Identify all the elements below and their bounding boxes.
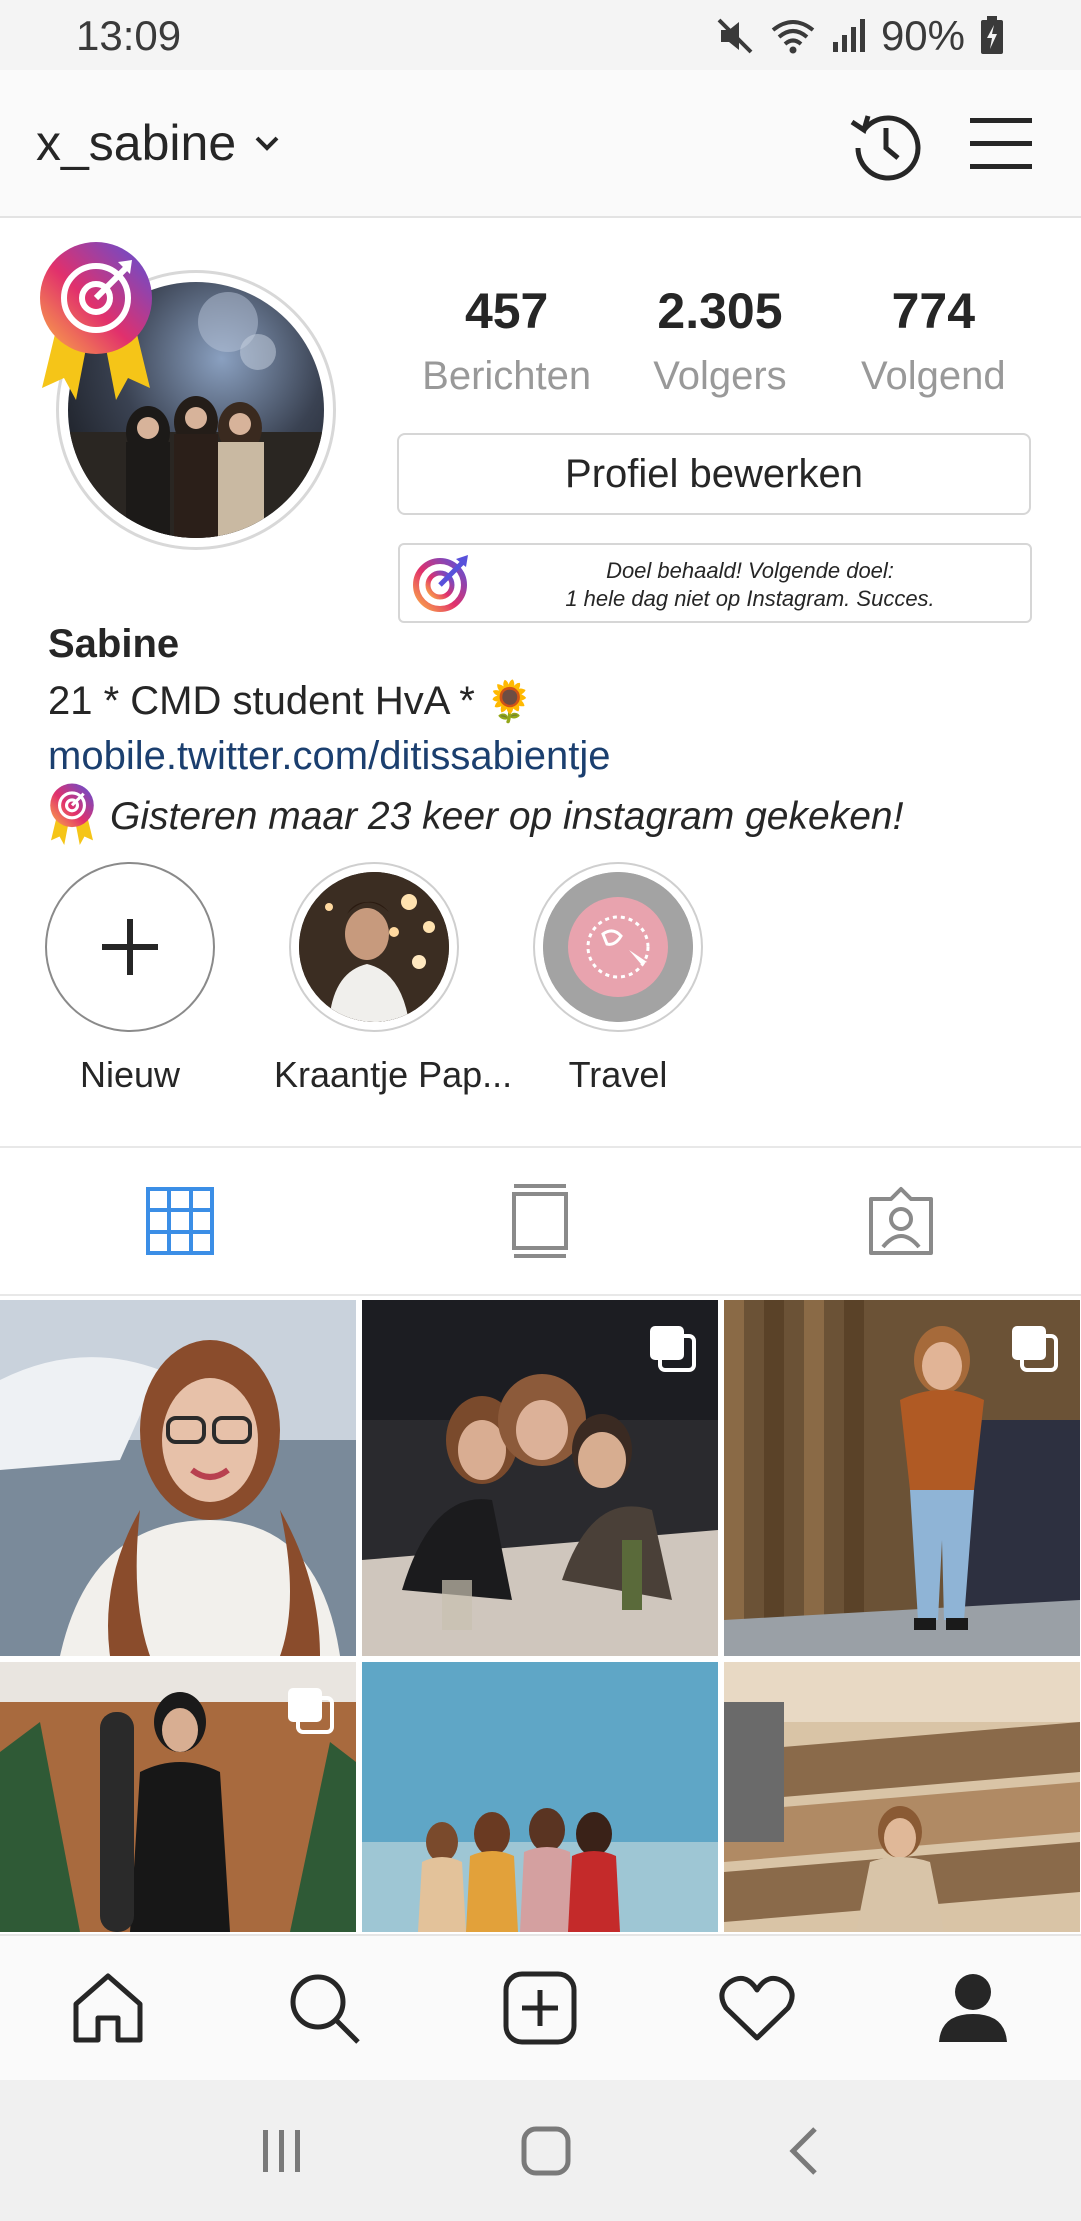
bio-goal: Gisteren maar 23 keer op instagram gekek… [48,782,903,852]
nav-search[interactable] [264,1948,384,2068]
highlight-ring [289,862,459,1032]
stat-count: 2.305 [657,283,783,339]
stat-posts[interactable]: 457 Berichten [407,282,607,399]
stat-following[interactable]: 774 Volgend [833,282,1033,399]
grid-post[interactable] [0,1300,356,1656]
search-icon [290,1974,361,2044]
highlight-label: Nieuw [79,1054,181,1095]
home-button-icon[interactable] [520,2125,572,2177]
tab-feed[interactable] [360,1148,720,1294]
grid-post[interactable] [362,1662,718,1932]
tagged-icon [868,1187,933,1255]
tab-grid[interactable] [0,1148,360,1294]
profile-icon [938,1974,1007,2042]
status-icons: 90% [715,12,1005,60]
bio-description: 21 * CMD student HvA * [48,679,475,723]
add-post-icon [503,1971,577,2045]
profile-name: Sabine [48,622,180,666]
nav-activity[interactable] [697,1948,817,2068]
stat-count: 774 [891,283,976,339]
grid-icon [146,1187,215,1255]
stat-label: Berichten [422,354,592,398]
grid-post[interactable] [362,1300,718,1656]
bio-text: 21 * CMD student HvA * 🌻 [48,678,535,725]
mute-icon [717,18,753,54]
highlight-new-inner [47,864,213,1030]
highlight-kraantje-pappie[interactable]: Kraantje Pap... [274,862,513,1096]
profile-stats: 457 Berichten 2.305 Volgers 774 Volgend [400,282,1040,399]
globe-plane-icon [543,872,693,1022]
plus-icon [102,919,158,975]
highlight-new[interactable]: Nieuw [30,862,230,1096]
multiple-photos-icon [650,1326,696,1372]
profile-header: x_sabine [0,70,1081,218]
battery-percentage: 90% [880,12,965,59]
stat-label: Volgend [861,354,1006,398]
highlight-ring [533,862,703,1032]
multiple-photos-icon [288,1688,334,1734]
battery-icon [981,16,1003,54]
grid-post[interactable] [724,1300,1080,1656]
stat-count: 457 [464,283,549,339]
nav-home[interactable] [48,1948,168,2068]
status-bar: 13:09 90% [0,0,1081,70]
account-switcher[interactable]: x_sabine [36,114,280,172]
highlight-label: Travel [568,1054,668,1095]
goal-badge-icon[interactable] [36,238,156,418]
grid-post[interactable] [0,1662,356,1932]
menu-icon[interactable] [968,114,1034,174]
highlight-thumbnail [543,872,693,1022]
goal-banner: Doel behaald! Volgende doel: 1 hele dag … [398,543,1032,623]
highlight-ring [45,862,215,1032]
photo-grid [0,1300,1081,1932]
goal-badge-small-icon [50,783,94,845]
sunflower-emoji: 🌻 [484,680,535,724]
status-time: 13:09 [76,12,182,59]
profile-tabs [0,1146,1081,1296]
back-icon[interactable] [785,2125,825,2177]
nav-new-post[interactable] [480,1948,600,2068]
bio-link[interactable]: mobile.twitter.com/ditissabientje [48,734,610,779]
bottom-navigation [0,1934,1081,2080]
username: x_sabine [36,115,237,171]
grid-post[interactable] [724,1662,1080,1932]
goal-target-icon [413,555,468,612]
chevron-down-icon [255,136,279,151]
multiple-photos-icon [1012,1326,1058,1372]
goal-text: Doel behaald! Volgende doel: 1 hele dag … [480,557,1020,613]
edit-profile-button[interactable]: Profiel bewerken [397,433,1031,515]
highlight-travel[interactable]: Travel [518,862,718,1096]
home-icon [73,1973,143,2043]
highlight-thumbnail [299,872,449,1022]
tab-tagged[interactable] [721,1148,1081,1294]
recent-apps-icon[interactable] [257,2126,307,2176]
nav-profile[interactable] [913,1948,1033,2068]
bio-goal-text: Gisteren maar 23 keer op instagram gekek… [110,795,904,838]
heart-icon [719,1975,795,2041]
wifi-icon [771,20,815,54]
system-navigation [0,2080,1081,2221]
highlight-label: Kraantje Pap... [274,1054,513,1095]
activity-history-icon[interactable] [848,108,924,184]
stat-label: Volgers [653,354,787,398]
goal-line-2: 1 hele dag niet op Instagram. Succes. [565,586,935,611]
goal-line-1: Doel behaald! Volgende doel: [606,558,894,583]
stat-followers[interactable]: 2.305 Volgers [620,282,820,399]
feed-icon [512,1184,569,1258]
signal-icon [832,19,865,52]
